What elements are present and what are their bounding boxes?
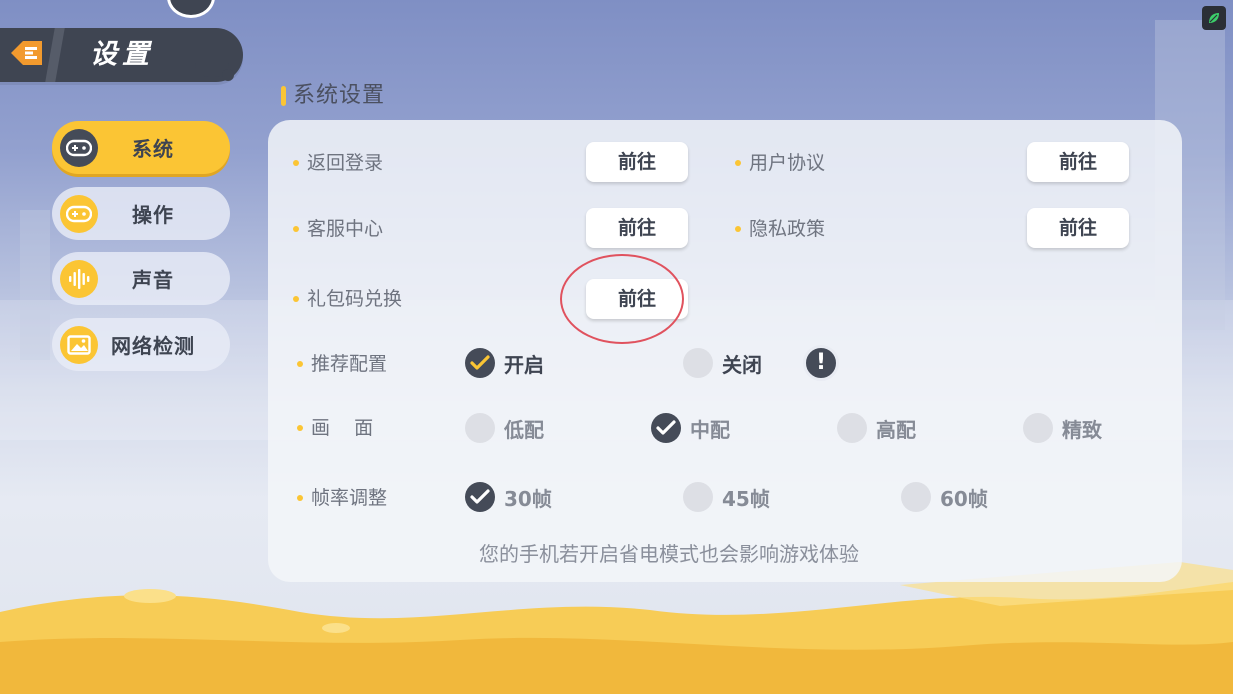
radio-icon (837, 413, 867, 443)
sidebar-item-sound[interactable]: 声音 (52, 252, 230, 305)
exclamation-icon[interactable]: ! (803, 345, 839, 381)
sidebar-item-label: 系统 (132, 137, 174, 161)
radio-icon (683, 482, 713, 512)
page-title: 设置 (90, 39, 154, 70)
check-icon (465, 348, 495, 378)
option-label: 高配 (876, 417, 916, 442)
frame-rate-30-option[interactable]: 30帧 (465, 482, 552, 512)
header-divider (45, 28, 65, 82)
frame-rate-label: 帧率调整 (297, 485, 387, 511)
frame-rate-60-option[interactable]: 60帧 (901, 482, 988, 512)
sidebar-item-network-test[interactable]: 网络检测 (52, 318, 230, 371)
radio-icon (683, 348, 713, 378)
power-saving-tip: 您的手机若开启省电模式也会影响游戏体验 (479, 542, 859, 566)
check-icon (651, 413, 681, 443)
recommended-config-off-option[interactable]: 关闭 (683, 348, 762, 378)
radio-icon (465, 413, 495, 443)
sidebar-item-system[interactable]: 系统 (52, 121, 230, 174)
recommended-config-label: 推荐配置 (297, 351, 387, 377)
option-label: 关闭 (722, 352, 762, 377)
customer-service-label: 客服中心 (293, 216, 383, 242)
return-login-label: 返回登录 (293, 150, 383, 176)
graphics-medium-option[interactable]: 中配 (651, 413, 730, 443)
option-label: 精致 (1062, 417, 1102, 442)
sidebar-item-label: 网络检测 (111, 334, 195, 358)
radio-icon (1023, 413, 1053, 443)
recommended-config-on-option[interactable]: 开启 (465, 348, 544, 378)
leaf-icon[interactable] (1202, 6, 1226, 30)
sidebar-item-label: 操作 (132, 203, 174, 227)
graphics-label: 画 面 (297, 415, 373, 441)
return-login-go-button[interactable]: 前往 (586, 142, 688, 182)
option-label: 中配 (690, 417, 730, 442)
option-label: 低配 (504, 417, 544, 442)
option-label: 开启 (504, 352, 544, 377)
header-decoration-dot (222, 69, 234, 81)
section-title: 系统设置 (281, 82, 385, 110)
sidebar-item-controls[interactable]: 操作 (52, 187, 230, 240)
option-label: 45帧 (722, 486, 770, 511)
back-button[interactable] (4, 38, 48, 72)
privacy-policy-go-button[interactable]: 前往 (1027, 208, 1129, 248)
check-icon (465, 482, 495, 512)
privacy-policy-label: 隐私政策 (735, 216, 825, 242)
option-label: 60帧 (940, 486, 988, 511)
user-agreement-go-button[interactable]: 前往 (1027, 142, 1129, 182)
image-icon (60, 325, 98, 364)
gamepad-icon (60, 128, 98, 167)
avatar (167, 0, 215, 18)
gift-code-label: 礼包码兑换 (293, 286, 402, 312)
customer-service-go-button[interactable]: 前往 (586, 208, 688, 248)
back-arrow-icon (9, 40, 43, 70)
user-agreement-label: 用户协议 (735, 150, 825, 176)
highlight-ring (560, 254, 684, 344)
controller-icon (60, 194, 98, 233)
graphics-fine-option[interactable]: 精致 (1023, 413, 1102, 443)
sound-wave-icon (60, 259, 98, 298)
radio-icon (901, 482, 931, 512)
graphics-low-option[interactable]: 低配 (465, 413, 544, 443)
sidebar-item-label: 声音 (132, 268, 174, 292)
frame-rate-45-option[interactable]: 45帧 (683, 482, 770, 512)
option-label: 30帧 (504, 486, 552, 511)
graphics-high-option[interactable]: 高配 (837, 413, 916, 443)
